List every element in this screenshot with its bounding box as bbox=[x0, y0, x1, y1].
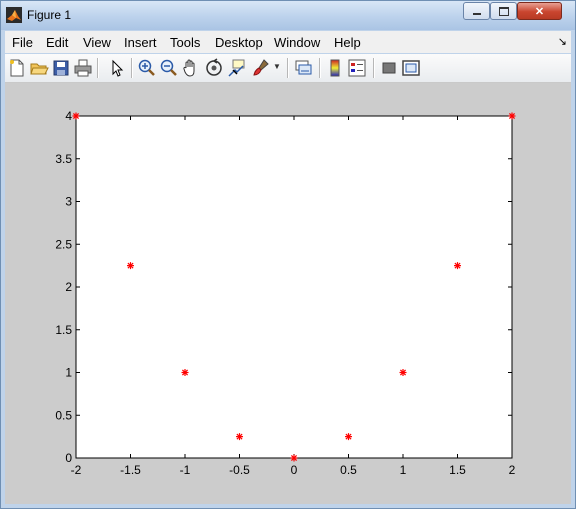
star-marker bbox=[454, 262, 461, 270]
print-icon[interactable] bbox=[73, 58, 93, 78]
star-marker bbox=[236, 433, 243, 441]
select-arrow-icon[interactable] bbox=[107, 58, 127, 78]
show-plot-tools-icon[interactable] bbox=[401, 58, 421, 78]
minimize-icon bbox=[472, 13, 481, 15]
menu-window[interactable]: Window bbox=[274, 35, 320, 50]
x-tick-label: 2 bbox=[509, 463, 516, 477]
axes-box bbox=[75, 115, 513, 459]
brush-icon[interactable] bbox=[251, 58, 271, 78]
matlab-logo-icon bbox=[6, 7, 22, 23]
menu-tools[interactable]: Tools bbox=[170, 35, 200, 50]
x-tick-label: -2 bbox=[71, 463, 82, 477]
star-marker bbox=[399, 369, 407, 376]
x-tick-label: 1 bbox=[400, 463, 407, 477]
data-cursor-icon[interactable] bbox=[227, 58, 247, 78]
x-axis: -2 -1.5 -1 -0.5 0 0.5 1 1.5 2 bbox=[71, 463, 516, 477]
dock-arrow-icon[interactable]: ↘ bbox=[558, 35, 567, 48]
rotate-3d-icon[interactable] bbox=[204, 58, 224, 78]
minimize-button[interactable] bbox=[463, 2, 490, 20]
y-tick-label: 3 bbox=[65, 195, 72, 209]
star-marker bbox=[181, 369, 189, 376]
y-tick-label: 4 bbox=[65, 109, 72, 123]
plot-area[interactable]: 0 0.5 1 1.5 2 2.5 3 3.5 4 -2 -1.5 -1 -0.5 0 0.5 1 1.5 2 bbox=[5, 83, 571, 504]
pan-hand-icon[interactable] bbox=[181, 58, 201, 78]
x-tick-label: -0.5 bbox=[229, 463, 250, 477]
toolbar-separator bbox=[319, 58, 321, 78]
maximize-button[interactable] bbox=[490, 2, 517, 20]
link-plot-icon[interactable] bbox=[293, 58, 313, 78]
colorbar-icon[interactable] bbox=[325, 58, 345, 78]
menu-file[interactable]: File bbox=[12, 35, 33, 50]
x-tick-label: 0.5 bbox=[340, 463, 357, 477]
menu-help[interactable]: Help bbox=[334, 35, 361, 50]
x-tick-label: -1.5 bbox=[120, 463, 141, 477]
figure-window: Figure 1 ✕ File Edit View Insert Tools D… bbox=[0, 0, 576, 509]
zoom-out-icon[interactable] bbox=[159, 58, 179, 78]
star-marker bbox=[72, 112, 80, 120]
star-marker bbox=[508, 112, 516, 120]
star-marker bbox=[127, 262, 134, 270]
y-tick-label: 1 bbox=[65, 366, 72, 380]
y-tick-label: 2.5 bbox=[55, 237, 72, 251]
toolbar-separator bbox=[287, 58, 289, 78]
x-tick-label: 0 bbox=[291, 463, 298, 477]
menu-view[interactable]: View bbox=[83, 35, 111, 50]
y-tick-label: 1.5 bbox=[55, 323, 72, 337]
toolbar-separator bbox=[97, 58, 99, 78]
menu-insert[interactable]: Insert bbox=[124, 35, 157, 50]
toolbar-separator bbox=[131, 58, 133, 78]
title-bar[interactable]: Figure 1 ✕ bbox=[1, 1, 575, 30]
y-tick-label: 0.5 bbox=[55, 408, 72, 422]
close-icon: ✕ bbox=[534, 5, 545, 18]
figure-canvas: 0 0.5 1 1.5 2 2.5 3 3.5 4 -2 -1.5 -1 -0.5 0 0.5 1 1.5 2 bbox=[5, 83, 571, 504]
save-icon[interactable] bbox=[51, 58, 71, 78]
menu-edit[interactable]: Edit bbox=[46, 35, 68, 50]
legend-icon[interactable] bbox=[347, 58, 367, 78]
y-axis: 00.511.522.533.54 bbox=[55, 109, 72, 465]
window-title: Figure 1 bbox=[27, 8, 72, 22]
menu-desktop[interactable]: Desktop bbox=[215, 35, 263, 50]
star-marker bbox=[345, 433, 352, 441]
menu-bar: File Edit View Insert Tools Desktop Wind… bbox=[5, 31, 571, 53]
brush-dropdown-icon[interactable]: ▼ bbox=[273, 62, 281, 71]
maximize-icon bbox=[498, 6, 509, 16]
x-tick-label: -1 bbox=[180, 463, 191, 477]
open-file-icon[interactable] bbox=[29, 58, 49, 78]
zoom-in-icon[interactable] bbox=[137, 58, 157, 78]
hide-plot-tools-icon[interactable] bbox=[379, 58, 399, 78]
toolbar-separator bbox=[373, 58, 375, 78]
y-tick-label: 2 bbox=[65, 280, 72, 294]
star-marker bbox=[290, 454, 298, 462]
y-tick-label: 3.5 bbox=[55, 152, 72, 166]
x-tick-label: 1.5 bbox=[449, 463, 466, 477]
new-figure-icon[interactable] bbox=[7, 58, 27, 78]
close-button[interactable]: ✕ bbox=[517, 2, 562, 20]
figure-toolbar: ▼ bbox=[5, 54, 571, 83]
